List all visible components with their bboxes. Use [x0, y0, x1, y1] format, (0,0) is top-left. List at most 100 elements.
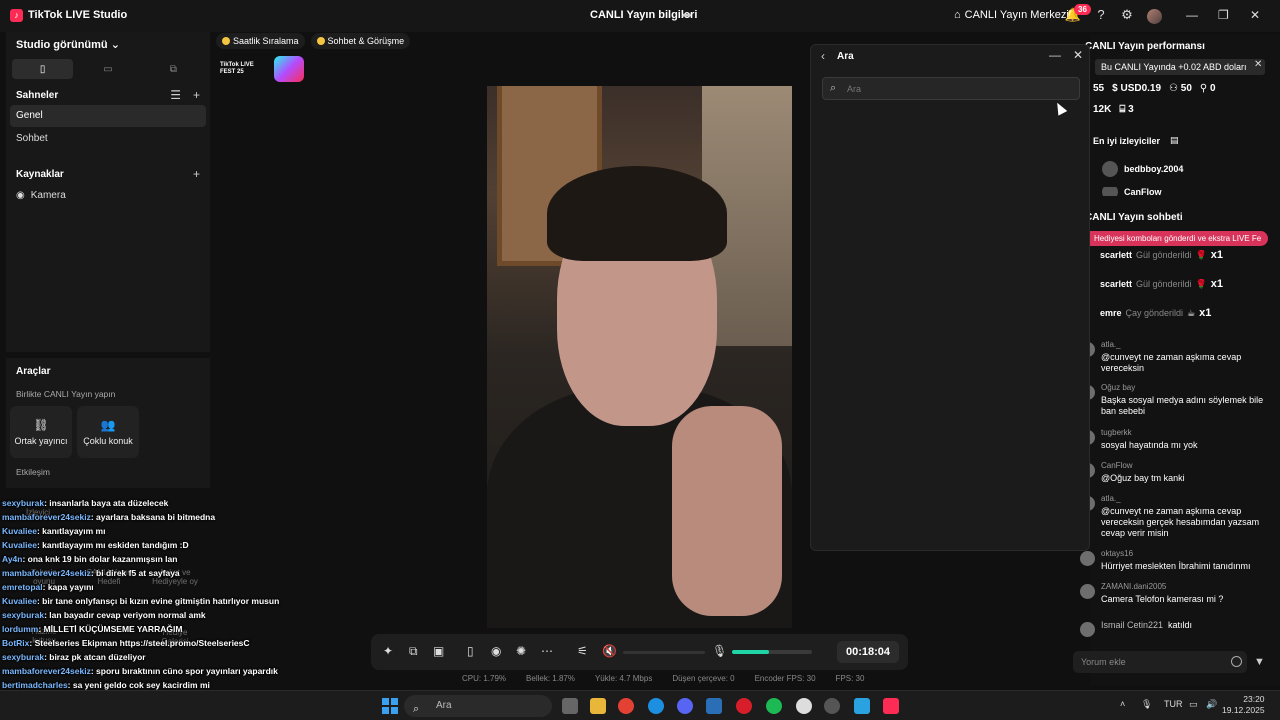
discord-icon[interactable] [677, 698, 693, 714]
gift-row: emre Çay gönderildi ☕ x1 [1100, 307, 1212, 319]
volume-slider[interactable] [623, 651, 705, 654]
chrome-icon[interactable] [618, 698, 634, 714]
phone-icon[interactable]: ▯ [467, 644, 474, 658]
new-followers-stat: ⚲ 0 [1199, 83, 1216, 94]
list-view-icon[interactable]: ▤ [1170, 135, 1179, 146]
minimize-icon[interactable]: — [1049, 48, 1061, 62]
adjust-icon[interactable]: ⚟ [577, 644, 588, 658]
banner-close-icon[interactable]: ✕ [1254, 59, 1262, 70]
chevron-up-icon[interactable]: ˄ [1120, 699, 1125, 709]
taskbar: ⌕ Ara ˄ 🎙 TUR ▭ 🔊 23:20 19.12.2025 [0, 690, 1280, 720]
collab-label: Birlikte CANLI Yayın yapın [16, 389, 116, 399]
close-icon[interactable]: ✕ [1073, 48, 1083, 62]
share-icon[interactable]: ➦ [682, 8, 692, 22]
mic-icon[interactable]: 🎙 [1141, 699, 1152, 710]
fest-graphic-icon [274, 56, 304, 82]
record-icon[interactable]: ◉ [491, 644, 501, 658]
search-icon: ⌕ [413, 703, 420, 715]
tea-icon: ☕ [1187, 307, 1196, 318]
hourly-ranking-chip[interactable]: Saatlik Sıralama [216, 33, 305, 49]
live-center-label: CANLI Yayın Merkezi [964, 9, 1069, 21]
performance-stats: CPU: 1.79% Bellek: 1.87% Yükle: 4.7 Mbps… [462, 674, 864, 683]
minimize-button[interactable]: — [1186, 8, 1198, 22]
taskbar-search[interactable]: ⌕ Ara [404, 695, 552, 717]
file-explorer-icon[interactable] [590, 698, 606, 714]
send-icon[interactable]: ▼ [1254, 656, 1265, 668]
camera-icon: ◉ [16, 190, 25, 201]
opera-icon[interactable] [736, 698, 752, 714]
search-input[interactable] [847, 81, 1067, 96]
app-icon[interactable] [824, 698, 840, 714]
overlay-chat-line: sexyburak: insanlarla baya ata düzelecek [2, 498, 169, 508]
live-preview [487, 86, 792, 628]
overlay-chat-line: Kuvaliee: bir tane onlyfansçı bi kızın e… [2, 596, 280, 606]
spotify-icon[interactable] [766, 698, 782, 714]
overlay-chat-line: Kuvaliee: kanıtlayayım mı [2, 526, 106, 536]
chat-title: CANLI Yayın sohbeti [1085, 212, 1183, 223]
co-host-button[interactable]: ⛓ Ortak yayıncı [10, 406, 72, 458]
layout-icon[interactable]: ⧉ [409, 644, 418, 659]
overlay-chat-line: bertimadcharles: sa yeni geldo cok sey k… [2, 680, 210, 690]
obs-icon[interactable] [796, 698, 812, 714]
tiktok-logo-icon: ♪ [10, 9, 23, 22]
close-button[interactable]: ✕ [1250, 8, 1260, 22]
emoji-icon[interactable] [1231, 656, 1242, 667]
clock[interactable]: 23:20 19.12.2025 [1222, 694, 1265, 716]
list-icon[interactable]: ☰ [170, 88, 181, 102]
live-center-button[interactable]: ⌂ CANLI Yayın Merkezi [954, 9, 1069, 21]
add-source-icon[interactable]: + [193, 167, 200, 181]
landscape-icon[interactable]: ▭ [77, 59, 138, 79]
gift-combo-banner: Hediyesi komboları gönderdi ve ekstra LI… [1090, 231, 1268, 246]
overlay-chat-line: emretopal: kapa yayını [2, 582, 94, 592]
maximize-button[interactable]: ❐ [1218, 8, 1229, 22]
mic-icon[interactable]: 🎙 [712, 644, 727, 658]
back-icon[interactable]: ‹ [821, 49, 825, 63]
avatar[interactable] [1147, 9, 1162, 24]
portrait-icon[interactable]: ▯ [12, 59, 74, 79]
studio-panel: Studio görünümü ⌄ ▯ ▭ ⧉ Sahneler ☰ + Gen… [6, 32, 210, 352]
top-viewers-tab[interactable]: En iyi izleyiciler ▤ [1093, 135, 1179, 146]
trophy-icon [222, 37, 230, 45]
task-view-icon[interactable] [562, 698, 578, 714]
add-scene-icon[interactable]: + [193, 88, 200, 102]
chat-icon [316, 37, 325, 45]
edge-icon[interactable] [648, 698, 664, 714]
network-icon[interactable]: ▭ [1189, 699, 1198, 710]
chat-call-chip[interactable]: Sohbet & Görüşme [310, 33, 411, 49]
tiktok-live-icon[interactable] [883, 698, 899, 714]
followers-stat: ⚇ 50 [1169, 83, 1192, 94]
language-indicator[interactable]: TUR [1164, 699, 1183, 709]
volume-icon[interactable]: 🔊 [1206, 699, 1217, 710]
windows-start-icon[interactable] [382, 698, 398, 714]
live-fest-logo: TikTok LIVE FEST 25 [220, 56, 310, 82]
chat-message: atla._ @cunveyt ne zaman aşkıma cevap ver… [1076, 340, 1276, 380]
search-field[interactable]: ⌕ [822, 77, 1080, 100]
gear-icon[interactable]: ⚙ [1118, 6, 1136, 24]
source-item-camera[interactable]: ◉ Kamera [16, 190, 66, 201]
stickers-icon[interactable]: ✺ [516, 644, 526, 658]
multi-layout-icon[interactable]: ⧉ [143, 59, 204, 79]
multi-guest-button[interactable]: 👥 Çoklu konuk [77, 406, 139, 458]
search-icon: ⌕ [830, 82, 837, 94]
scene-switch-icon[interactable]: ▣ [433, 644, 444, 658]
scene-item-genel[interactable]: Genel [10, 105, 206, 127]
effects-icon[interactable]: ✦ [383, 644, 393, 658]
viewer-item[interactable]: CanFlow [1102, 187, 1162, 196]
stream-controls: ✦ ⧉ ▣ ▯ ◉ ✺ ⋯ ⚟ 🔇 🎙 00:18:04 [371, 634, 908, 670]
avatar [1080, 584, 1095, 599]
overlay-chat-line: Ay4n: ona knk 19 bin dolar kazanmışsın l… [2, 554, 178, 564]
title-bar: ♪ TikTok LIVE Studio CANLI Yayın bilgile… [0, 0, 1280, 32]
mute-icon[interactable]: 🔇 [602, 644, 617, 658]
steam-icon[interactable] [706, 698, 722, 714]
link-icon: ⛓ [33, 418, 49, 432]
earnings-banner: Bu CANLI Yayında +0.02 ABD doları [1095, 59, 1265, 75]
chat-message: oktays16 Hürriyet meslekten İbrahimi tanı… [1076, 549, 1276, 577]
scene-item-sohbet[interactable]: Sohbet [10, 128, 206, 150]
notepad-icon[interactable] [854, 698, 870, 714]
chat-input[interactable]: Yorum ekle [1073, 651, 1247, 673]
viewer-item[interactable]: bedbboy.2004 [1102, 161, 1183, 177]
studio-view-dropdown[interactable]: Studio görünümü ⌄ [16, 38, 120, 51]
help-icon[interactable]: ? [1092, 6, 1110, 24]
avatar [1102, 161, 1118, 177]
more-icon[interactable]: ⋯ [541, 644, 553, 658]
